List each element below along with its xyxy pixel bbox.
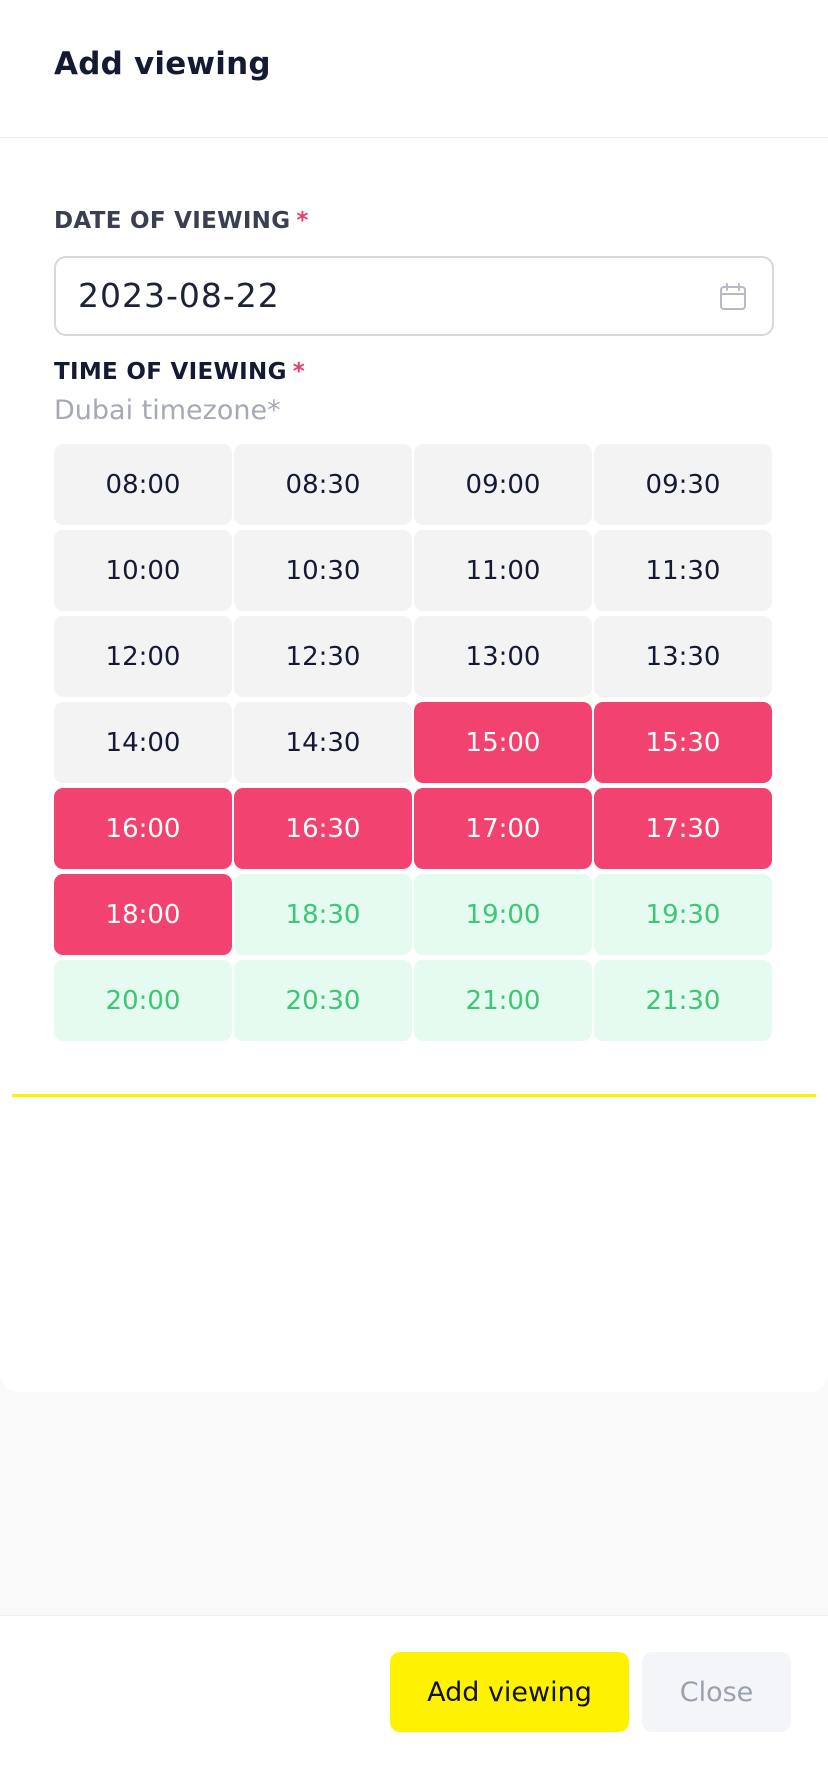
time-slot-0900-free[interactable]: 09:00 xyxy=(414,444,592,525)
time-slot-1730-booked: 17:30 xyxy=(594,788,772,869)
date-of-viewing-input[interactable]: 2023-08-22 xyxy=(54,256,774,336)
time-label-text: TIME OF VIEWING xyxy=(54,359,287,385)
date-of-viewing-label: DATE OF VIEWING * xyxy=(54,208,309,234)
time-slot-0830-free[interactable]: 08:30 xyxy=(234,444,412,525)
add-viewing-button[interactable]: Add viewing xyxy=(390,1652,629,1732)
time-of-viewing-label: TIME OF VIEWING * xyxy=(54,359,305,385)
modal-title: Add viewing xyxy=(54,46,271,82)
time-slot-2030-available[interactable]: 20:30 xyxy=(234,960,412,1041)
time-slot-1900-available[interactable]: 19:00 xyxy=(414,874,592,955)
time-slot-1300-free[interactable]: 13:00 xyxy=(414,616,592,697)
time-slot-0930-free[interactable]: 09:30 xyxy=(594,444,772,525)
accent-divider xyxy=(12,1094,816,1097)
time-slot-0800-free[interactable]: 08:00 xyxy=(54,444,232,525)
calendar-icon[interactable] xyxy=(718,282,748,312)
time-slot-1930-available[interactable]: 19:30 xyxy=(594,874,772,955)
time-slot-1330-free[interactable]: 13:30 xyxy=(594,616,772,697)
time-slot-1200-free[interactable]: 12:00 xyxy=(54,616,232,697)
time-slot-1000-free[interactable]: 10:00 xyxy=(54,530,232,611)
timezone-note: Dubai timezone* xyxy=(54,395,281,426)
time-slot-1100-free[interactable]: 11:00 xyxy=(414,530,592,611)
date-label-text: DATE OF VIEWING xyxy=(54,208,291,234)
time-slot-2130-available[interactable]: 21:30 xyxy=(594,960,772,1041)
time-slot-1700-booked: 17:00 xyxy=(414,788,592,869)
time-slot-1630-booked: 16:30 xyxy=(234,788,412,869)
time-slot-1430-free[interactable]: 14:30 xyxy=(234,702,412,783)
time-slot-1030-free[interactable]: 10:30 xyxy=(234,530,412,611)
time-slot-1400-free[interactable]: 14:00 xyxy=(54,702,232,783)
required-marker: * xyxy=(296,208,309,234)
time-slot-1500-booked: 15:00 xyxy=(414,702,592,783)
add-viewing-modal: Add viewing DATE OF VIEWING * 2023-08-22 … xyxy=(0,0,828,1392)
time-slot-1230-free[interactable]: 12:30 xyxy=(234,616,412,697)
time-slot-2000-available[interactable]: 20:00 xyxy=(54,960,232,1041)
time-slot-1800-booked: 18:00 xyxy=(54,874,232,955)
time-slot-1530-booked: 15:30 xyxy=(594,702,772,783)
modal-header: Add viewing xyxy=(0,0,828,138)
time-slot-1130-free[interactable]: 11:30 xyxy=(594,530,772,611)
time-slot-1600-booked: 16:00 xyxy=(54,788,232,869)
modal-footer: Add viewing Close xyxy=(0,1615,828,1791)
required-marker: * xyxy=(292,359,306,385)
time-slot-grid: 08:00 08:30 09:00 09:30 10:00 10:30 11:00 11:30… xyxy=(54,444,774,1041)
date-value: 2023-08-22 xyxy=(78,276,280,315)
time-slot-2100-available[interactable]: 21:00 xyxy=(414,960,592,1041)
time-slot-1830-available[interactable]: 18:30 xyxy=(234,874,412,955)
close-button[interactable]: Close xyxy=(642,1652,791,1732)
